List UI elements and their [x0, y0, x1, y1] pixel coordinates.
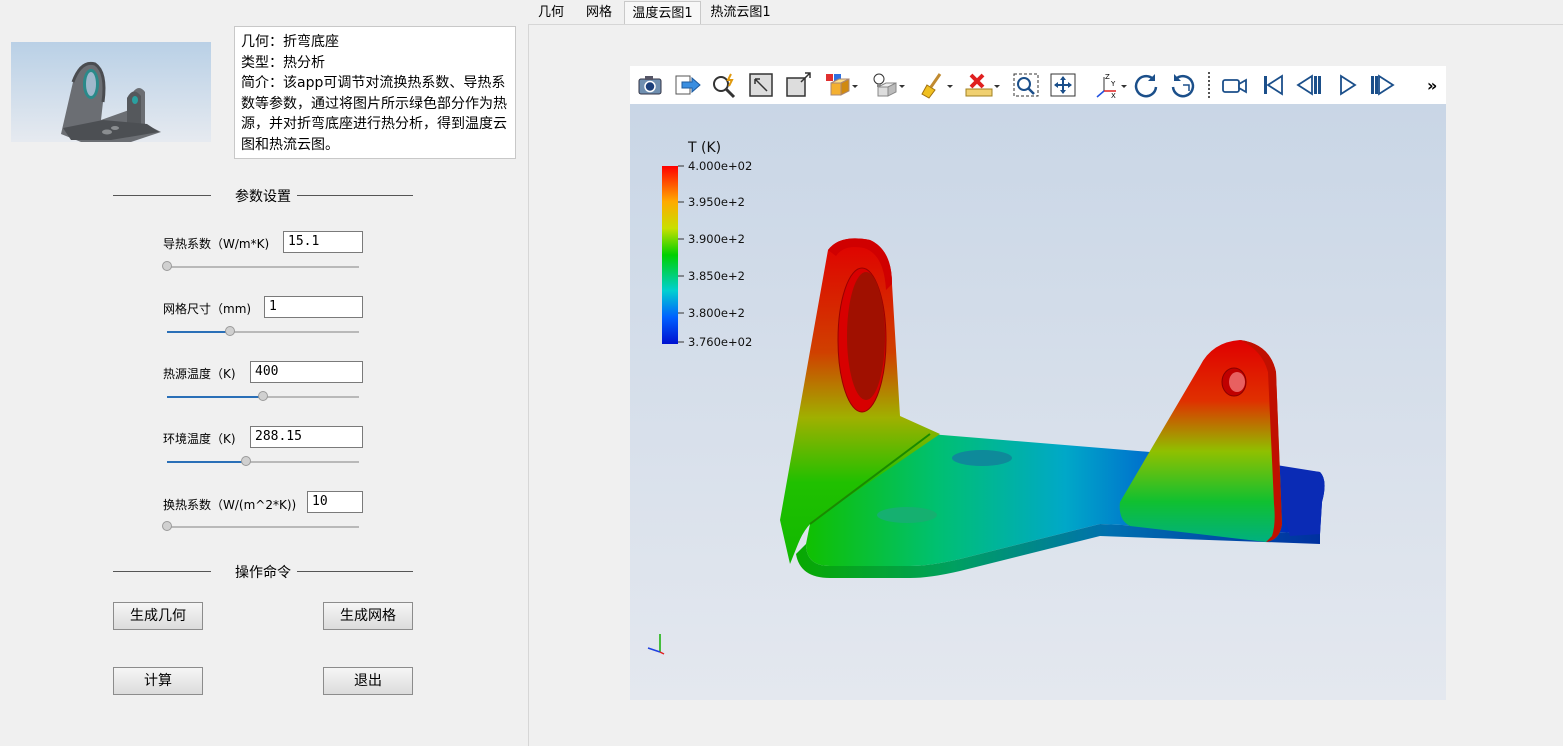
zoom-window-icon[interactable] — [1011, 71, 1041, 99]
axes-icon[interactable]: ZYX — [1092, 71, 1128, 99]
3d-viewport[interactable]: T (K) 4.000e+02 3.950e+2 3.900e+2 3.850e+2 3… — [630, 104, 1446, 700]
rotate-cw-icon[interactable] — [1131, 71, 1161, 99]
commands-section-title: 操作命令 — [229, 565, 297, 581]
slider-fill — [167, 396, 263, 398]
exit-button[interactable]: 退出 — [323, 667, 413, 695]
right-bracket — [1119, 340, 1282, 542]
mesh-size-slider[interactable] — [167, 326, 359, 338]
param-label-ambient-temp: 环境温度（K) — [163, 432, 236, 446]
params-section-title: 参数设置 — [229, 189, 297, 205]
ambient-temp-input[interactable]: 288.15 — [250, 426, 363, 448]
svg-text:Z: Z — [1105, 73, 1110, 81]
play-icon[interactable] — [1332, 71, 1362, 99]
toolbar-separator — [1208, 72, 1212, 98]
conductivity-input[interactable]: 15.1 — [283, 231, 363, 253]
color-cube-icon[interactable] — [823, 71, 859, 99]
param-label-conductivity: 导热系数（W/m*K) — [163, 237, 270, 251]
export-icon[interactable] — [672, 71, 702, 99]
colorbar-ticks: 4.000e+02 3.950e+2 3.900e+2 3.850e+2 3.800e+… — [678, 159, 752, 349]
base-hole-1 — [952, 450, 1012, 466]
source-temp-input[interactable]: 400 — [250, 361, 363, 383]
view-box-icon[interactable] — [783, 71, 813, 99]
htc-input[interactable]: 10 — [307, 491, 363, 513]
light-icon[interactable] — [870, 71, 906, 99]
colorbar-tick-label: 3.800e+2 — [688, 306, 745, 320]
colorbar-tick-label: 3.760e+02 — [688, 335, 752, 349]
slider-handle[interactable] — [162, 261, 172, 271]
colorbar-tick-label: 3.850e+2 — [688, 269, 745, 283]
zoom-magic-icon[interactable] — [709, 71, 739, 99]
param-label-htc: 换热系数（W/(m^2*K)) — [163, 498, 297, 512]
fit-view-icon[interactable] — [746, 71, 776, 99]
app-description: 几何：折弯底座 类型：热分析 简介：该app可调节对流换热系数、导热系数等参数，… — [234, 26, 516, 159]
description-intro: 简介：该app可调节对流换热系数、导热系数等参数，通过将图片所示绿色部分作为热源… — [241, 75, 507, 153]
first-frame-icon[interactable] — [1258, 71, 1288, 99]
rotate-ccw-icon[interactable] — [1168, 71, 1198, 99]
slider-handle[interactable] — [240, 456, 251, 466]
slider-handle[interactable] — [225, 326, 236, 336]
slider-handle[interactable] — [162, 521, 172, 531]
tab-geometry[interactable]: 几何 — [528, 1, 574, 24]
clean-icon[interactable] — [918, 71, 954, 99]
orientation-axes — [647, 634, 665, 655]
colorbar-tick-label: 3.900e+2 — [688, 232, 745, 246]
params-section-header: 参数设置 — [113, 186, 413, 206]
param-label-mesh-size: 网格尺寸（mm) — [163, 302, 252, 316]
base-hole-2 — [877, 507, 937, 523]
right-bracket-hole-inner — [1229, 372, 1245, 392]
description-geometry: 几何：折弯底座 — [241, 34, 339, 50]
pan-icon[interactable] — [1048, 71, 1078, 99]
camera-icon[interactable] — [635, 71, 665, 99]
slider-handle[interactable] — [258, 391, 268, 401]
colorbar-title: T (K) — [687, 140, 721, 156]
ambient-temp-slider[interactable] — [167, 456, 359, 468]
mesh-size-input[interactable]: 1 — [264, 296, 363, 318]
tab-temperature-contour[interactable]: 温度云图1 — [624, 1, 701, 24]
htc-slider[interactable] — [162, 521, 359, 533]
compute-button[interactable]: 计算 — [113, 667, 203, 695]
video-icon[interactable] — [1220, 71, 1250, 99]
colorbar-tick-label: 3.950e+2 — [688, 195, 745, 209]
svg-text:Y: Y — [1110, 80, 1116, 88]
source-temp-slider[interactable] — [167, 391, 359, 403]
left-bracket-hole-inner — [847, 272, 885, 400]
next-frame-icon[interactable] — [1367, 71, 1397, 99]
svg-text:X: X — [1111, 92, 1116, 99]
param-label-source-temp: 热源温度（K) — [163, 367, 236, 381]
generate-geometry-button[interactable]: 生成几何 — [113, 602, 203, 630]
toolbar-overflow-button[interactable]: » — [1427, 76, 1437, 95]
colorbar — [662, 166, 678, 344]
colorbar-tick-label: 4.000e+02 — [688, 159, 752, 173]
tab-heat-flux-contour[interactable]: 热流云图1 — [703, 1, 778, 24]
viewer-toolbar: ZYX » — [630, 66, 1446, 105]
generate-mesh-button[interactable]: 生成网格 — [323, 602, 413, 630]
description-type: 类型：热分析 — [241, 54, 325, 71]
tab-mesh[interactable]: 网格 — [576, 1, 622, 24]
prev-frame-icon[interactable] — [1294, 71, 1324, 99]
delete-measure-icon[interactable] — [963, 71, 1001, 99]
slider-fill — [167, 461, 246, 463]
commands-section-header: 操作命令 — [113, 562, 413, 582]
slider-fill — [167, 331, 231, 333]
conductivity-slider[interactable] — [162, 261, 359, 273]
geometry-thumbnail — [11, 42, 211, 142]
